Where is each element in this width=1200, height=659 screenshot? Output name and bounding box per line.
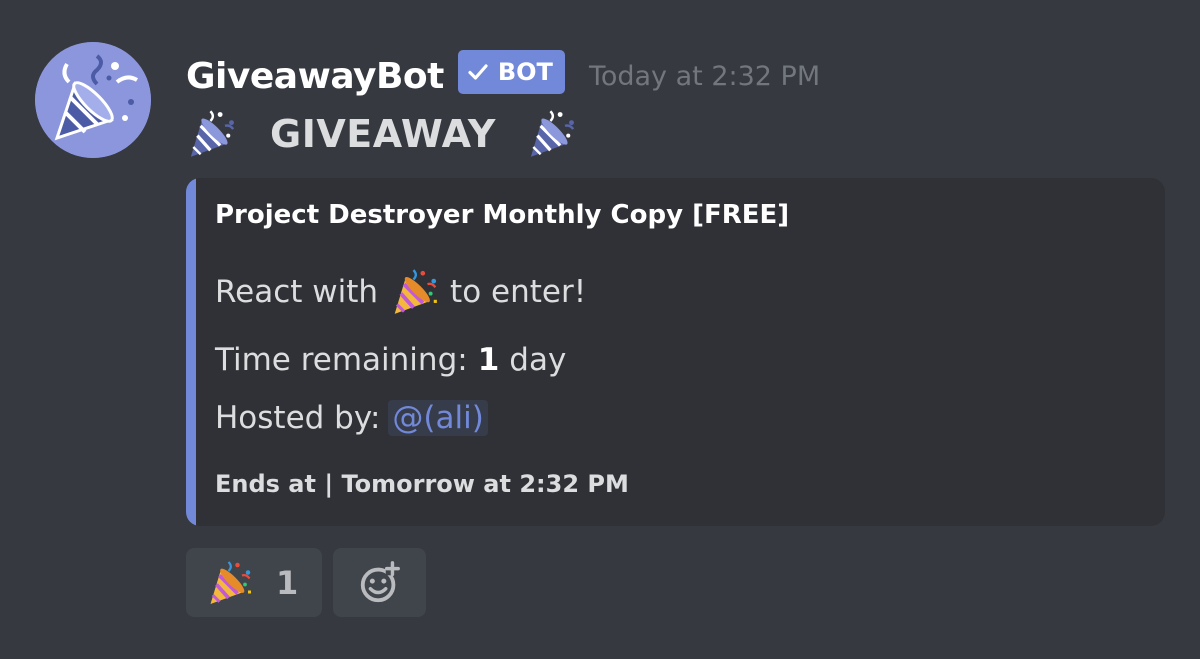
party-popper-icon [186, 108, 238, 160]
giveaway-embed: Project Destroyer Monthly Copy [FREE] Re… [186, 178, 1165, 526]
hosted-by: Hosted by: @(ali) [215, 394, 488, 442]
time-remaining-unit: day [509, 342, 567, 378]
party-popper-icon [390, 267, 440, 317]
bot-tag-label: BOT [497, 58, 553, 86]
bot-tag: BOT [457, 50, 565, 94]
message: GiveawayBot BOT Today at 2:32 PM GIVEAWA… [0, 0, 1200, 659]
party-popper-icon [526, 108, 578, 160]
host-mention[interactable]: @(ali) [388, 400, 488, 436]
verified-check-icon [468, 64, 488, 80]
time-remaining-label: Time remaining: [215, 342, 468, 378]
embed-footer: Ends at | Tomorrow at 2:32 PM [215, 470, 629, 498]
message-content: GIVEAWAY [186, 106, 578, 162]
embed-accent-bar [186, 178, 196, 526]
giveaway-headline: GIVEAWAY [270, 112, 496, 156]
message-timestamp: Today at 2:32 PM [588, 60, 821, 92]
party-popper-icon [35, 42, 151, 158]
embed-title: Project Destroyer Monthly Copy [FREE] [215, 200, 790, 230]
username[interactable]: GiveawayBot [186, 56, 444, 97]
party-popper-icon [206, 559, 254, 607]
reaction-party-popper[interactable]: 1 [186, 548, 322, 617]
react-instruction: React with to enter! [215, 268, 586, 316]
reaction-count: 1 [276, 563, 299, 602]
add-reaction-icon [360, 560, 400, 602]
time-remaining-value: 1 [477, 342, 500, 378]
hosted-by-label: Hosted by: [215, 400, 381, 436]
react-prefix: React with [215, 274, 379, 310]
message-header: GiveawayBot BOT Today at 2:32 PM [186, 46, 820, 106]
avatar[interactable] [35, 42, 151, 158]
add-reaction-button[interactable] [333, 548, 426, 617]
time-remaining: Time remaining: 1 day [215, 338, 566, 382]
react-suffix: to enter! [450, 274, 587, 310]
